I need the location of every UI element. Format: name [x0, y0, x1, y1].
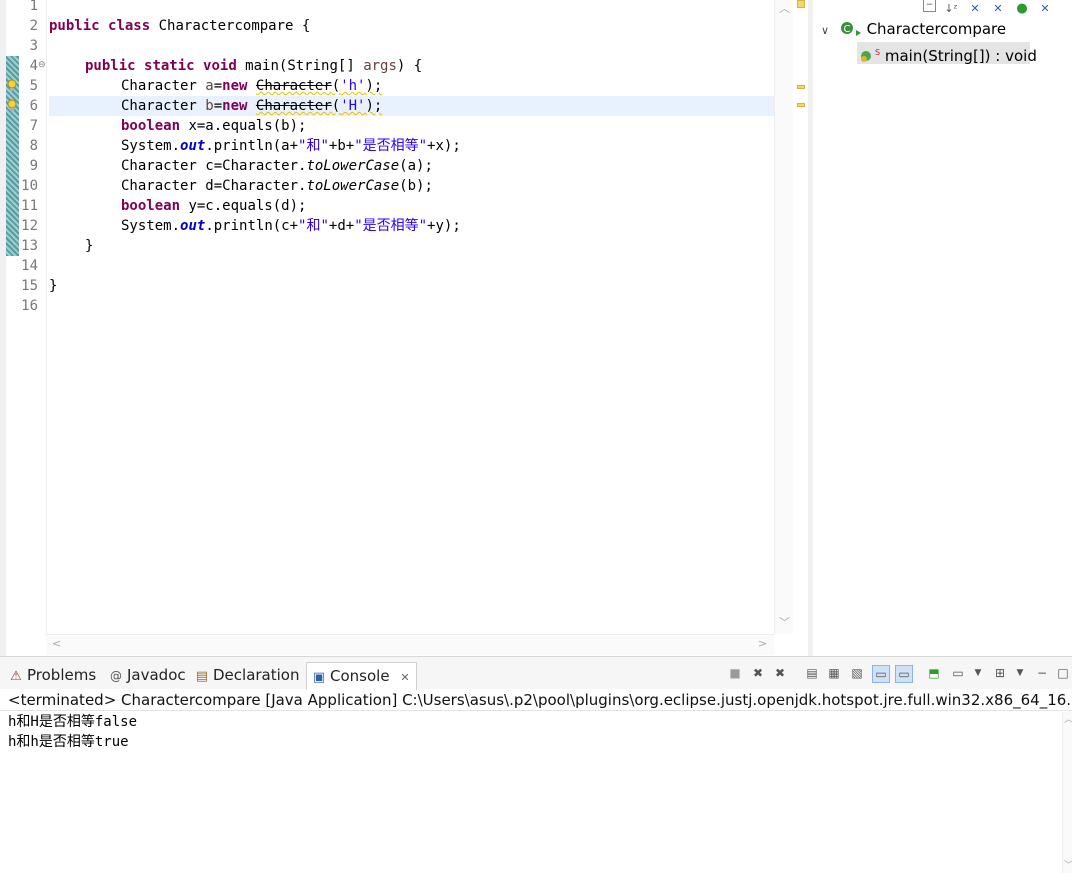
bottom-panel: ⚠ Problems @ Javadoc ▤ Declaration ▣ Console… [0, 656, 1072, 873]
hide-static-icon[interactable]: ✕ [990, 1, 1006, 17]
tab-javadoc[interactable]: @ Javadoc [108, 662, 186, 689]
minimize-icon[interactable]: − [1034, 665, 1050, 681]
terminate-icon[interactable]: ■ [727, 665, 743, 681]
code-line: Character a=new Character('h'); [121, 78, 383, 94]
console-launch-description: <terminated> Charactercompare [Java Appl… [0, 689, 1072, 711]
line-number: 13 [21, 238, 38, 254]
line-number: 6 [29, 98, 38, 114]
outline-class-node[interactable]: ∨ C Charactercompare [821, 18, 1006, 40]
scroll-right-icon[interactable]: > [758, 637, 767, 650]
code-line: public class Charactercompare { [49, 18, 311, 34]
open-console-icon[interactable]: ⊞ [992, 665, 1008, 681]
static-marker: S [875, 48, 881, 57]
panel-tab-bar: ⚠ Problems @ Javadoc ▤ Declaration ▣ Console… [0, 657, 1072, 690]
console-line: h和H是否相等false [8, 714, 138, 730]
svg-text:C: C [843, 24, 850, 35]
editor-horizontal-scrollbar[interactable]: < > [46, 634, 774, 655]
line-number: 2 [29, 18, 38, 34]
console-vertical-scrollbar[interactable]: ︿ ﹀ [1062, 712, 1072, 873]
tab-console[interactable]: ▣ Console ✕ [306, 662, 417, 690]
maximize-icon[interactable]: □ [1055, 665, 1071, 681]
warning-lightbulb-icon[interactable] [6, 79, 19, 93]
code-line: System.out.println(c+"和"+d+"是否相等"+y); [121, 218, 461, 234]
class-icon: C [840, 22, 861, 36]
hide-local-types-icon[interactable]: ✕ [1037, 1, 1053, 17]
code-line: } [85, 238, 94, 254]
fold-collapse-icon[interactable]: ⊖ [38, 55, 46, 75]
remove-all-terminated-icon[interactable]: ✖ [772, 665, 788, 681]
overview-warning-indicator[interactable] [797, 0, 805, 8]
declaration-icon: ▤ [195, 669, 209, 684]
console-icon: ▣ [312, 670, 326, 685]
scroll-down-icon[interactable]: ﹀ [779, 614, 790, 630]
scroll-up-icon[interactable]: ︿ [779, 0, 790, 16]
scroll-up-icon[interactable]: ︿ [1064, 712, 1072, 725]
outline-toolbar: − ↓ᶻ ✕ ✕ ● ✕ [813, 0, 1072, 18]
show-stderr-icon[interactable]: ▭ [895, 665, 913, 683]
pin-console-icon[interactable]: ⬒ [926, 665, 942, 681]
clear-console-icon[interactable]: ▤ [804, 665, 820, 681]
line-number: 3 [29, 38, 38, 54]
code-line: Character c=Character.toLowerCase(a); [121, 158, 433, 174]
code-area[interactable]: public class Charactercompare { public s… [49, 0, 774, 634]
hide-nonpublic-icon[interactable]: ● [1014, 1, 1030, 17]
line-number: 14 [21, 258, 38, 274]
remove-launch-icon[interactable]: ✖ [750, 665, 766, 681]
code-line: boolean y=c.equals(d); [121, 198, 307, 214]
line-number: 4 [29, 58, 38, 74]
scroll-lock-icon[interactable]: ▦ [826, 665, 842, 681]
line-number: 8 [29, 138, 38, 154]
line-number: 5 [29, 78, 38, 94]
word-wrap-icon[interactable]: ▧ [849, 665, 865, 681]
code-line: boolean x=a.equals(b); [121, 118, 307, 134]
console-output[interactable]: h和H是否相等false h和h是否相等true [0, 712, 1062, 873]
console-line: h和h是否相等true [8, 734, 129, 750]
line-number-gutter: 1 2 3 4 ⊖ 5 6 7 8 9 10 11 12 13 14 15 16 [19, 0, 47, 634]
code-line: } [49, 278, 58, 294]
line-number: 11 [21, 198, 38, 214]
scroll-left-icon[interactable]: < [52, 637, 61, 650]
public-method-icon [861, 51, 871, 62]
editor-vertical-scrollbar[interactable]: ︿ ﹀ [774, 0, 793, 634]
outline-class-label: Charactercompare [866, 20, 1007, 38]
outline-view: − ↓ᶻ ✕ ✕ ● ✕ ∨ C Charactercompare S main… [813, 0, 1072, 656]
tab-problems[interactable]: ⚠ Problems [8, 662, 96, 689]
overview-warning-mark[interactable] [797, 103, 805, 107]
problems-icon: ⚠ [10, 669, 22, 684]
at-icon: @ [110, 669, 122, 683]
sort-icon[interactable]: ↓ᶻ [943, 1, 959, 17]
show-stdout-icon[interactable]: ▭ [872, 665, 890, 683]
overview-warning-mark[interactable] [797, 85, 805, 89]
display-console-icon[interactable]: ▭ [950, 665, 966, 681]
scroll-down-icon[interactable]: ﹀ [1064, 858, 1072, 871]
line-number: 15 [21, 278, 38, 294]
code-line: public static void main(String[] args) { [85, 58, 423, 74]
hide-fields-icon[interactable]: ✕ [967, 1, 983, 17]
deprecated-constructor: Character [255, 78, 332, 94]
chevron-down-icon[interactable]: ▼ [970, 665, 986, 681]
line-number: 7 [29, 118, 38, 134]
line-number: 10 [21, 178, 38, 194]
chevron-down-icon[interactable]: ∨ [821, 20, 835, 42]
line-number: 16 [21, 298, 38, 314]
line-number: 9 [29, 158, 38, 174]
close-icon[interactable]: ✕ [400, 671, 409, 684]
collapse-all-icon[interactable]: − [923, 0, 936, 12]
deprecated-constructor: Character [255, 98, 332, 114]
line-number: 1 [29, 0, 38, 14]
code-line: System.out.println(a+"和"+b+"是否相等"+x); [121, 138, 461, 154]
tab-declaration[interactable]: ▤ Declaration [194, 662, 300, 689]
line-number: 12 [21, 218, 38, 234]
overview-ruler[interactable] [795, 0, 807, 634]
outline-method-label: main(String[]) : void [884, 47, 1037, 65]
warning-lightbulb-icon[interactable] [6, 99, 19, 113]
code-line: Character b=new Character('H'); [121, 98, 383, 114]
code-editor[interactable]: 1 2 3 4 ⊖ 5 6 7 8 9 10 11 12 13 14 15 16… [0, 0, 805, 656]
code-line: Character d=Character.toLowerCase(b); [121, 178, 433, 194]
chevron-down-icon[interactable]: ▼ [1012, 665, 1028, 681]
outline-method-node[interactable]: S main(String[]) : void [859, 42, 1037, 65]
